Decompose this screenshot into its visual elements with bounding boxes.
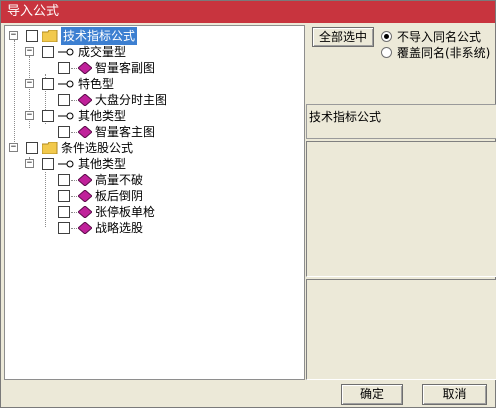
node-checkbox[interactable]: [42, 78, 54, 90]
node-checkbox[interactable]: [58, 126, 70, 138]
radio-overwrite-duplicates[interactable]: [381, 47, 392, 58]
collapse-toggle[interactable]: −: [25, 111, 34, 120]
formula-gem-icon: [78, 174, 92, 186]
radio-skip-duplicates[interactable]: [381, 31, 392, 42]
collapse-toggle[interactable]: −: [9, 143, 18, 152]
collapse-toggle[interactable]: −: [25, 79, 34, 88]
radio-skip-duplicates-label: 不导入同名公式: [397, 30, 482, 44]
tree-node-item[interactable]: 战略选股: [5, 219, 304, 237]
tree-guide: [71, 212, 77, 213]
ok-button[interactable]: 确定: [341, 384, 403, 405]
select-all-button[interactable]: 全部选中: [312, 27, 374, 47]
node-checkbox[interactable]: [42, 46, 54, 58]
formula-tree[interactable]: − 技术指标公式 − 成交量型 智量客副图 − 特色型 大盘分时主图 − 其他类…: [4, 25, 305, 380]
formula-params-panel: [306, 279, 496, 380]
formula-gem-icon: [78, 222, 92, 234]
tree-guide: [71, 196, 77, 197]
node-checkbox[interactable]: [42, 158, 54, 170]
formula-info-header: 技术指标公式: [306, 104, 496, 139]
node-checkbox[interactable]: [58, 190, 70, 202]
node-checkbox[interactable]: [58, 222, 70, 234]
node-checkbox[interactable]: [26, 30, 38, 42]
folder-icon: [42, 30, 58, 42]
cancel-button[interactable]: 取消: [422, 384, 487, 405]
tree-guide: [71, 100, 77, 101]
node-checkbox[interactable]: [58, 174, 70, 186]
formula-gem-icon: [78, 62, 92, 74]
collapse-toggle[interactable]: −: [25, 159, 34, 168]
node-label: 战略选股: [95, 221, 144, 235]
import-formula-dialog: 导入公式 − 技术指标公式 − 成交量型 智量客副图 − 特色型 大盘分时主图 …: [0, 0, 496, 408]
formula-gem-icon: [78, 94, 92, 106]
key-icon: [58, 48, 74, 56]
node-checkbox[interactable]: [58, 94, 70, 106]
radio-overwrite-duplicates-label: 覆盖同名(非系统): [397, 46, 491, 60]
key-icon: [58, 160, 74, 168]
formula-info-title: 技术指标公式: [309, 110, 382, 124]
node-checkbox[interactable]: [26, 142, 38, 154]
node-checkbox[interactable]: [58, 206, 70, 218]
window-title: 导入公式: [1, 1, 495, 23]
key-icon: [58, 112, 74, 120]
tree-guide: [71, 228, 77, 229]
folder-icon: [42, 142, 58, 154]
key-icon: [58, 80, 74, 88]
formula-gem-icon: [78, 126, 92, 138]
formula-description-panel: [306, 141, 496, 277]
formula-gem-icon: [78, 206, 92, 218]
tree-guide: [71, 68, 77, 69]
node-checkbox[interactable]: [42, 110, 54, 122]
collapse-toggle[interactable]: −: [9, 31, 18, 40]
tree-guide: [71, 132, 77, 133]
node-checkbox[interactable]: [58, 62, 70, 74]
tree-guide: [71, 180, 77, 181]
formula-gem-icon: [78, 190, 92, 202]
collapse-toggle[interactable]: −: [25, 47, 34, 56]
